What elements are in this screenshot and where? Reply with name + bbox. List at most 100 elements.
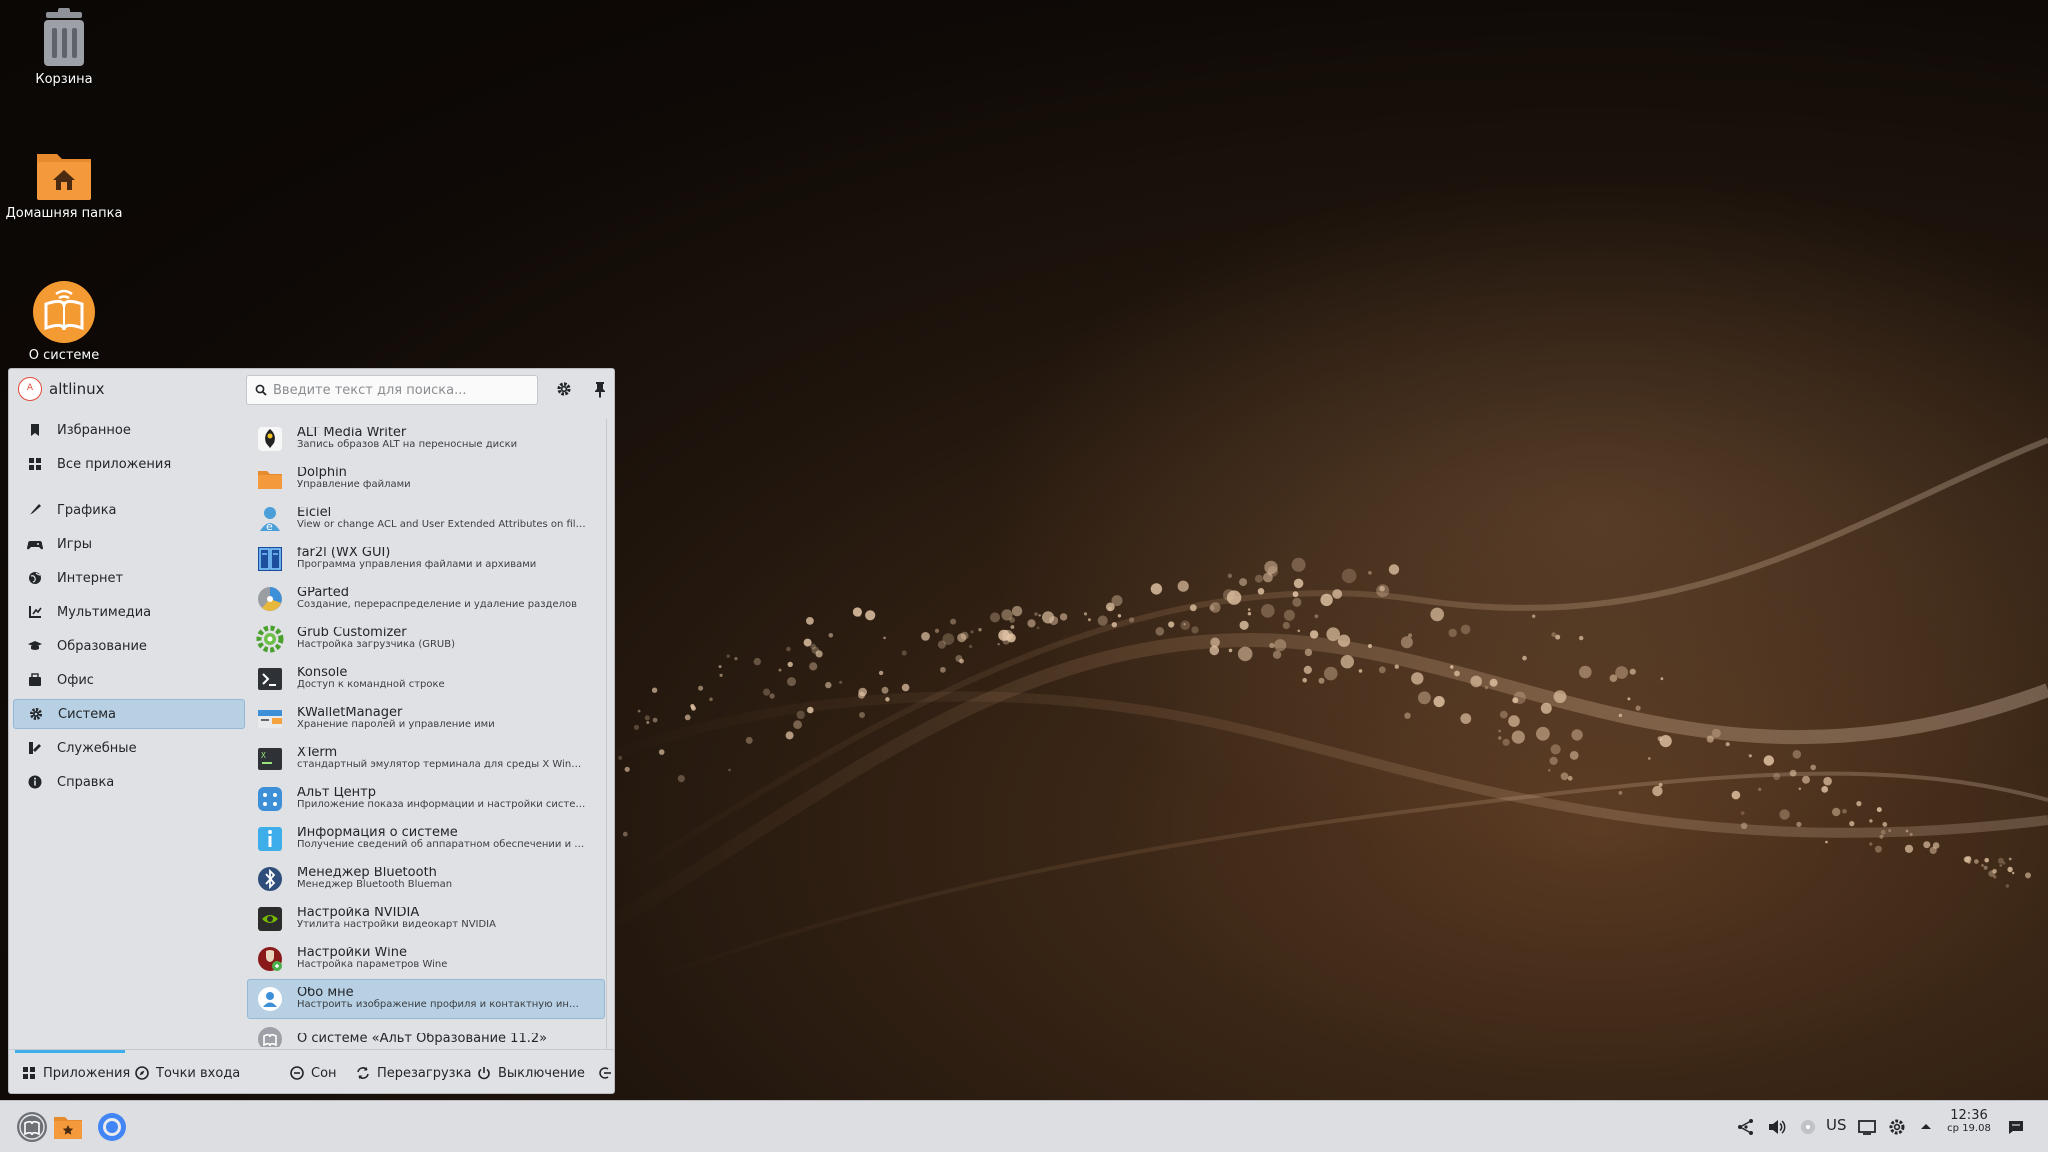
desktop-icon-home[interactable]: Домашняя папка bbox=[0, 148, 128, 221]
launcher-footer: Приложения Точки входа Сон Перезагрузка bbox=[9, 1049, 614, 1093]
app-item[interactable]: Информация о системе Получение сведений о… bbox=[247, 819, 605, 859]
scrollbar[interactable] bbox=[606, 419, 607, 1049]
tab-applications[interactable]: Приложения bbox=[21, 1064, 130, 1082]
category-item[interactable]: Система bbox=[13, 699, 245, 729]
gparted-icon bbox=[258, 587, 282, 611]
globe-icon bbox=[29, 572, 41, 584]
app-text: Grub Customizer Настройка загрузчика (GRU… bbox=[297, 627, 587, 651]
app-text: ALT Media Writer Запись образов ALT на пе… bbox=[297, 427, 587, 451]
display-icon[interactable] bbox=[1857, 1117, 1877, 1137]
search-box[interactable] bbox=[246, 375, 538, 405]
app-text: Менеджер Bluetooth Менеджер Bluetooth Blu… bbox=[297, 867, 587, 891]
restart-label: Перезагрузка bbox=[377, 1065, 472, 1081]
category-label: Офис bbox=[57, 672, 94, 688]
app-description: стандартный эмулятор терминала для среды… bbox=[297, 759, 587, 770]
app-item[interactable]: e Eiciel View or change ACL and User Exten… bbox=[247, 499, 605, 539]
app-name: Konsole bbox=[297, 667, 348, 680]
sleep-button[interactable]: Сон bbox=[289, 1064, 337, 1082]
keyboard-layout-indicator[interactable]: US bbox=[1826, 1116, 1847, 1134]
notifications-icon[interactable] bbox=[2006, 1117, 2026, 1137]
digital-clock[interactable]: 12:36 ср 19.08 bbox=[1940, 1108, 1998, 1134]
search-input[interactable] bbox=[273, 381, 531, 399]
category-item[interactable]: Образование bbox=[13, 631, 245, 661]
chevron-up-icon[interactable] bbox=[1916, 1117, 1936, 1137]
category-label: Образование bbox=[57, 638, 147, 654]
about-distro-icon bbox=[258, 1027, 282, 1047]
restart-button[interactable]: Перезагрузка bbox=[355, 1064, 471, 1082]
category-item[interactable]: Офис bbox=[13, 665, 245, 695]
category-label: Служебные bbox=[57, 740, 137, 756]
category-item[interactable]: Игры bbox=[13, 529, 245, 559]
settings-tray-icon[interactable] bbox=[1887, 1117, 1907, 1137]
app-item[interactable]: Konsole Доступ к командной строке bbox=[247, 659, 605, 699]
taskbar: US 12:36 ср 19.08 bbox=[0, 1100, 2048, 1152]
trash-icon bbox=[44, 8, 84, 66]
restart-icon bbox=[357, 1067, 369, 1079]
category-label: Мультимедиа bbox=[57, 604, 152, 620]
file-manager-icon[interactable] bbox=[52, 1111, 84, 1143]
category-item[interactable]: Графика bbox=[13, 495, 245, 525]
network-icon[interactable] bbox=[1736, 1117, 1756, 1137]
category-label: Графика bbox=[57, 502, 117, 518]
app-item[interactable]: Обо мне Настроить изображение профиля и к… bbox=[247, 979, 605, 1019]
volume-icon[interactable] bbox=[1767, 1117, 1787, 1137]
app-item[interactable]: Альт Центр Приложение показа информации и… bbox=[247, 779, 605, 819]
app-name: О системе «Альт Образование 11.2» bbox=[297, 1033, 548, 1045]
app-description: Настроить изображение профиля и контактн… bbox=[297, 999, 587, 1010]
desktop-icon-label: Домашняя папка bbox=[5, 206, 123, 221]
category-item[interactable]: Избранное bbox=[13, 415, 245, 445]
svg-text:X: X bbox=[261, 751, 266, 760]
launcher-button-icon[interactable] bbox=[16, 1111, 48, 1143]
browser-icon[interactable] bbox=[96, 1111, 128, 1143]
media-disc-icon[interactable] bbox=[1798, 1117, 1818, 1137]
launcher-header: A altlinux bbox=[9, 369, 614, 407]
graphics-icon bbox=[29, 504, 41, 515]
app-item[interactable]: Dolphin Управление файлами bbox=[247, 459, 605, 499]
category-label: Справка bbox=[57, 774, 115, 790]
desktop-icon-trash[interactable]: Корзина bbox=[0, 8, 128, 87]
app-item[interactable]: О системе «Альт Образование 11.2» bbox=[247, 1019, 605, 1047]
app-description: Приложение показа информации и настройки… bbox=[297, 799, 587, 810]
shutdown-button[interactable]: Выключение bbox=[476, 1064, 585, 1082]
nvidia-icon bbox=[258, 907, 282, 931]
leave-button[interactable] bbox=[597, 1064, 619, 1082]
tab-places-label: Точки входа bbox=[156, 1065, 241, 1081]
app-item[interactable]: far2l (WX GUI) Программа управления файла… bbox=[247, 539, 605, 579]
app-item[interactable]: GParted Создание, перераспределение и уда… bbox=[247, 579, 605, 619]
app-item[interactable]: ALT Media Writer Запись образов ALT на пе… bbox=[247, 419, 605, 459]
app-text: Альт Центр Приложение показа информации и… bbox=[297, 787, 587, 811]
desktop-icon-about[interactable]: О системе bbox=[0, 280, 128, 363]
system-info-icon bbox=[258, 827, 282, 851]
app-name: Настройка NVIDIA bbox=[297, 907, 420, 920]
alt-center-icon bbox=[258, 787, 282, 811]
grid-icon bbox=[29, 458, 41, 470]
app-item[interactable]: X XTerm стандартный эмулятор терминала для… bbox=[247, 739, 605, 779]
app-description: Настройка параметров Wine bbox=[297, 959, 448, 970]
education-icon bbox=[28, 641, 42, 650]
category-item[interactable]: Интернет bbox=[13, 563, 245, 593]
app-name: Настройки Wine bbox=[297, 947, 407, 960]
category-item[interactable]: Служебные bbox=[13, 733, 245, 763]
app-name: Менеджер Bluetooth bbox=[297, 867, 437, 880]
gamepad-icon bbox=[27, 541, 43, 550]
app-item[interactable]: Менеджер Bluetooth Менеджер Bluetooth Blu… bbox=[247, 859, 605, 899]
app-text: far2l (WX GUI) Программа управления файла… bbox=[297, 547, 587, 571]
user-profile-icon bbox=[258, 987, 282, 1011]
avatar[interactable]: A bbox=[18, 377, 42, 401]
app-item[interactable]: Настройки Wine Настройка параметров Wine bbox=[247, 939, 605, 979]
konsole-icon bbox=[258, 668, 282, 690]
app-item[interactable]: Grub Customizer Настройка загрузчика (GRU… bbox=[247, 619, 605, 659]
pin-icon[interactable] bbox=[590, 379, 610, 399]
app-item[interactable]: Настройка NVIDIA Утилита настройки видеок… bbox=[247, 899, 605, 939]
category-label: Избранное bbox=[57, 422, 131, 438]
app-description: Доступ к командной строке bbox=[297, 679, 445, 690]
category-item[interactable]: Все приложения bbox=[13, 449, 245, 479]
category-item[interactable]: Мультимедиа bbox=[13, 597, 245, 627]
home-folder-icon bbox=[37, 154, 91, 200]
app-item[interactable]: KWalletManager Хранение паролей и управле… bbox=[247, 699, 605, 739]
category-item[interactable]: Справка bbox=[13, 767, 245, 797]
app-description: Управление файлами bbox=[297, 479, 411, 490]
app-description: Программа управления файлами и архивами bbox=[297, 559, 537, 570]
tab-places[interactable]: Точки входа bbox=[134, 1064, 240, 1082]
settings-gear-icon[interactable] bbox=[554, 379, 574, 399]
